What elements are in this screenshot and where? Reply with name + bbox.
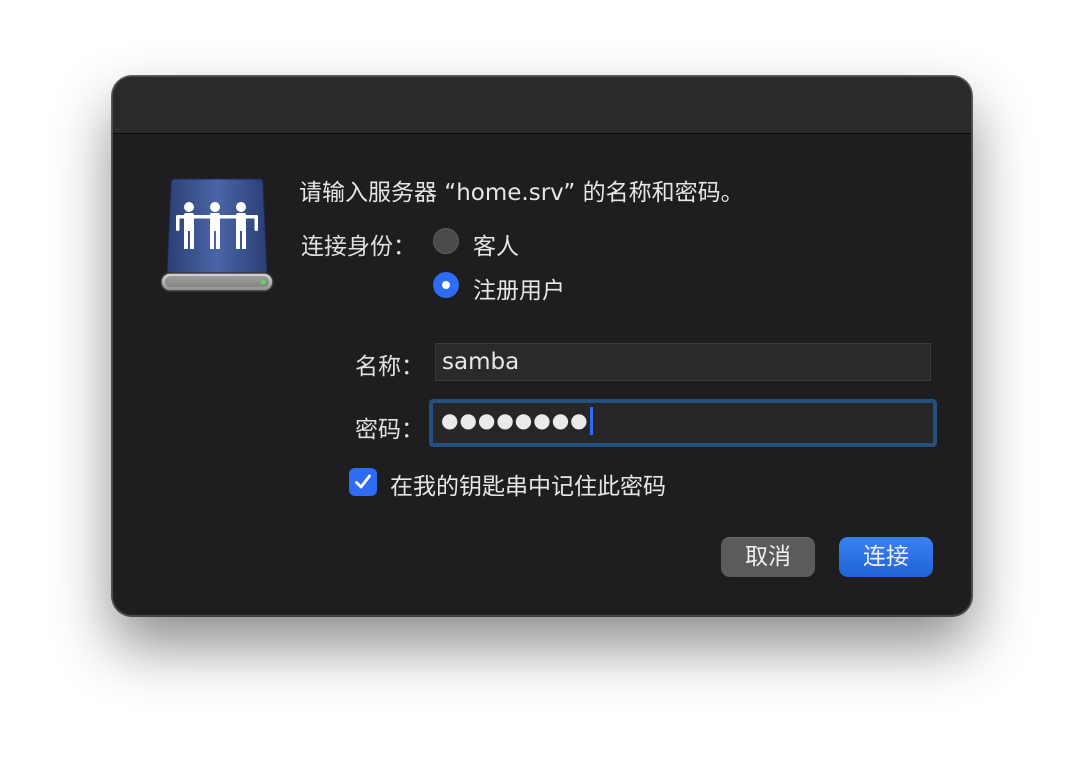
password-field[interactable]: ●●●●●●●● bbox=[429, 399, 937, 447]
password-label: 密码： bbox=[355, 417, 424, 443]
name-label: 名称： bbox=[355, 354, 424, 380]
name-field-value: samba bbox=[442, 349, 520, 375]
cancel-button[interactable]: 取消 bbox=[721, 537, 815, 577]
registered-user-radio[interactable] bbox=[433, 272, 459, 298]
connect-button[interactable]: 连接 bbox=[839, 537, 933, 577]
network-server-icon bbox=[157, 177, 277, 297]
dialog-prompt: 请输入服务器 “home.srv” 的名称和密码。 bbox=[299, 180, 744, 206]
text-caret bbox=[589, 406, 593, 435]
checkmark-icon bbox=[355, 474, 371, 489]
password-field-value: ●●●●●●●● bbox=[441, 408, 589, 432]
remember-in-keychain-checkbox[interactable] bbox=[349, 468, 377, 496]
connect-as-label: 连接身份： bbox=[301, 234, 416, 260]
guest-radio[interactable] bbox=[433, 228, 459, 254]
dialog-titlebar bbox=[113, 77, 971, 134]
registered-user-radio-label[interactable]: 注册用户 bbox=[473, 271, 565, 305]
name-field[interactable]: samba bbox=[435, 343, 931, 381]
guest-radio-label[interactable]: 客人 bbox=[473, 227, 519, 261]
remember-in-keychain-label[interactable]: 在我的钥匙串中记住此密码 bbox=[390, 467, 666, 501]
connect-to-server-dialog: 请输入服务器 “home.srv” 的名称和密码。 连接身份： 客人 注册用户 … bbox=[112, 76, 972, 616]
